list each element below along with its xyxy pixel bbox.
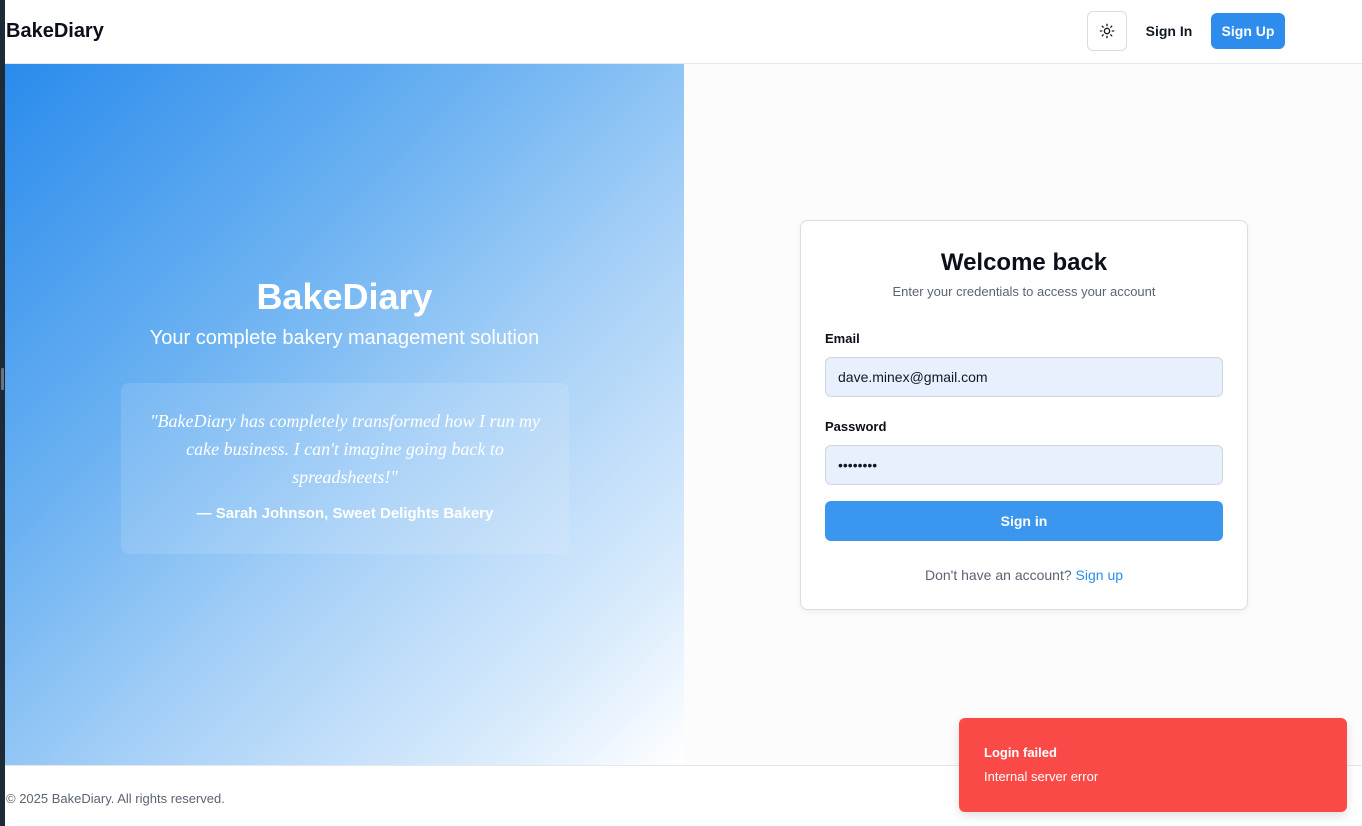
sign-in-submit-button[interactable]: Sign in — [825, 501, 1223, 541]
testimonial-card: "BakeDiary has completely transformed ho… — [121, 383, 569, 554]
hero-title: BakeDiary — [256, 276, 433, 317]
footer-copyright: © 2025 BakeDiary. All rights reserved. — [6, 791, 225, 806]
sun-icon — [1099, 23, 1115, 39]
email-field[interactable] — [825, 357, 1223, 397]
nav-sign-up-button[interactable]: Sign Up — [1211, 13, 1285, 49]
password-field[interactable] — [825, 445, 1223, 485]
top-navbar: BakeDiary Sign In Sign Up — [5, 0, 1362, 64]
testimonial-author: — Sarah Johnson, Sweet Delights Bakery — [196, 505, 494, 522]
signup-prompt-text: Don't have an account? — [924, 567, 1072, 583]
password-label: Password — [825, 419, 887, 434]
login-description: Enter your credentials to access your ac… — [892, 284, 1156, 299]
email-label: Email — [825, 331, 860, 346]
resize-handle[interactable] — [1, 368, 4, 390]
hero-panel: BakeDiary Your complete bakery managemen… — [5, 64, 684, 765]
testimonial-quote: "BakeDiary has completely transformed ho… — [150, 411, 540, 487]
login-card: Welcome back Enter your credentials to a… — [800, 220, 1248, 610]
toast-message: Internal server error — [984, 769, 1099, 784]
brand-logo-text[interactable]: BakeDiary — [6, 20, 104, 43]
error-toast[interactable]: Login failed Internal server error — [959, 718, 1347, 812]
signup-prompt-row: Don't have an account? Sign up — [801, 567, 1247, 583]
theme-toggle-button[interactable] — [1087, 11, 1127, 51]
signup-link[interactable]: Sign up — [1076, 567, 1123, 583]
login-title: Welcome back — [940, 249, 1108, 276]
hero-subtitle: Your complete bakery management solution — [149, 327, 540, 349]
nav-sign-in-button[interactable]: Sign In — [1135, 13, 1203, 49]
toast-title: Login failed — [984, 745, 1057, 760]
